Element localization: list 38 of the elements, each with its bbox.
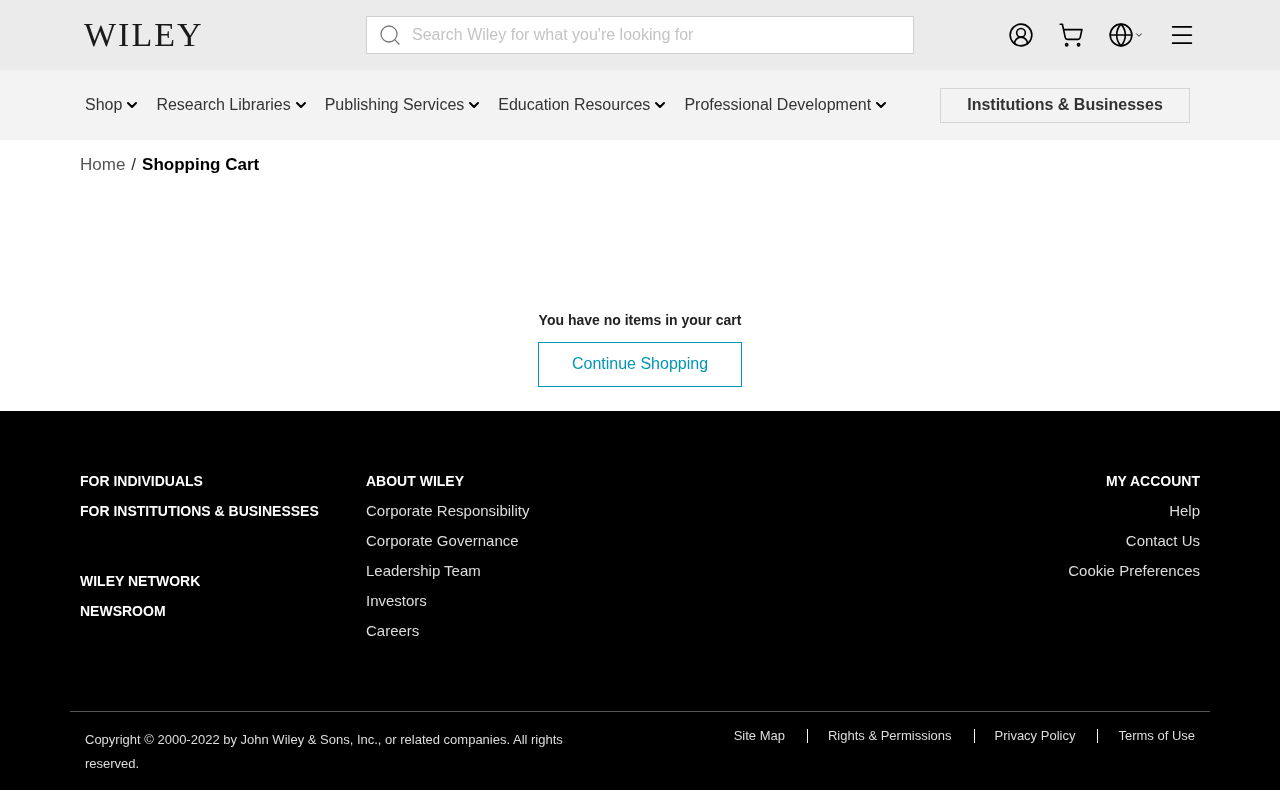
- nav-menu-item[interactable]: Research Libraries: [156, 93, 309, 117]
- legal-link[interactable]: Rights & Permissions: [806, 728, 952, 743]
- footer-link[interactable]: Cookie Preferences: [1068, 555, 1200, 586]
- footer-link[interactable]: Corporate Responsibility: [366, 495, 530, 526]
- language-selector[interactable]: [1108, 22, 1144, 48]
- footer-heading-link[interactable]: WILEY NETWORK: [80, 565, 366, 596]
- cart-icon[interactable]: [1058, 22, 1084, 48]
- breadcrumb-separator: /: [131, 154, 137, 176]
- footer-link[interactable]: Investors: [366, 585, 530, 616]
- footer-link[interactable]: Contact Us: [1125, 525, 1200, 556]
- account-icon[interactable]: [1008, 22, 1034, 48]
- footer-heading-link[interactable]: FOR INDIVIDUALS: [80, 465, 366, 496]
- search-field[interactable]: Search Wiley for what you're looking for: [366, 16, 914, 54]
- footer-link[interactable]: Leadership Team: [366, 555, 530, 586]
- breadcrumb-item[interactable]: Home: [80, 152, 126, 178]
- search-icon: [378, 23, 402, 47]
- nav-menu-item[interactable]: Education Resources: [498, 93, 669, 117]
- legal-link[interactable]: Privacy Policy: [973, 728, 1076, 743]
- footer-heading: MY ACCOUNT: [1105, 471, 1200, 491]
- nav-menu-item[interactable]: Publishing Services: [324, 93, 483, 117]
- empty-cart-message: You have no items in your cart: [538, 310, 742, 330]
- continue-shopping-button[interactable]: Continue Shopping: [538, 341, 742, 387]
- nav-menu-item[interactable]: Professional Development: [684, 93, 890, 117]
- footer-link[interactable]: Corporate Governance: [366, 525, 530, 556]
- breadcrumb-item: Shopping Cart: [142, 154, 260, 176]
- wiley-logo[interactable]: WILEY: [84, 18, 366, 52]
- footer-heading-link[interactable]: FOR INSTITUTIONS & BUSINESSES: [80, 495, 366, 526]
- copyright-text: Copyright © 2000-2022 by John Wiley & Sons, Inc., or related companies. All rights reserved.: [85, 730, 564, 773]
- globe-icon: [1108, 22, 1134, 48]
- footer-link[interactable]: Help: [1169, 495, 1200, 526]
- institutions-button[interactable]: Institutions & Businesses: [940, 87, 1190, 123]
- nav-menu-item[interactable]: Shop: [85, 93, 141, 117]
- legal-link[interactable]: Terms of Use: [1097, 728, 1195, 743]
- footer-link[interactable]: Careers: [366, 615, 530, 646]
- legal-link[interactable]: Site Map: [733, 728, 785, 743]
- footer-heading-link[interactable]: NEWSROOM: [80, 595, 366, 626]
- caret-icon: [1134, 30, 1144, 40]
- footer-heading: ABOUT WILEY: [366, 471, 465, 491]
